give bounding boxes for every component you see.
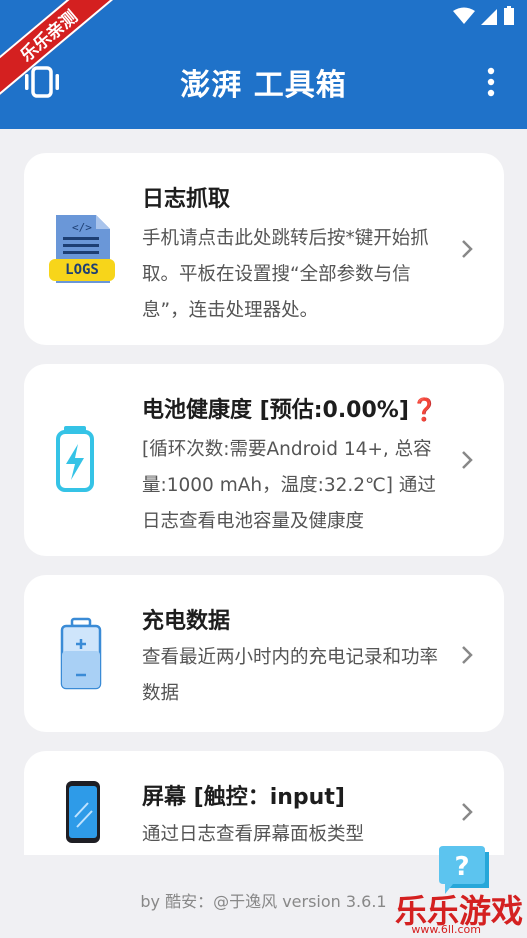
app-bar: 澎湃 工具箱	[0, 36, 527, 129]
card-description: 查看最近两小时内的充电记录和功率数据	[142, 647, 439, 704]
help-label: ?	[454, 852, 469, 882]
chevron-right-icon	[462, 451, 473, 469]
card-log-capture[interactable]: </> LOGS 日志抓取 手机请点击此处跳转后按*键开始抓取。平板在设置搜“全…	[24, 153, 504, 345]
card-battery-health[interactable]: 电池健康度 [预估:0.00%]❓ [循环次数:需要Android 14+, 总…	[24, 364, 504, 556]
card-description: 手机请点击此处跳转后按*键开始抓取。平板在设置搜“全部参数与信息”，连击处理器处…	[142, 228, 429, 321]
wifi-icon	[453, 7, 475, 24]
svg-text:</>: </>	[72, 221, 92, 234]
battery-charging-icon	[56, 426, 94, 492]
card-title: 日志抓取	[142, 187, 231, 212]
card-title: 屏幕 [触控：input]	[142, 785, 345, 810]
battery-icon	[60, 617, 102, 690]
phone-screen-icon	[66, 781, 100, 843]
card-screen[interactable]: 屏幕 [触控：input] 通过日志查看屏幕面板类型	[24, 751, 504, 855]
app-title: 澎湃 工具箱	[180, 68, 347, 103]
question-icon: ❓	[410, 398, 439, 423]
watermark-url: www.6ll.com	[411, 923, 481, 936]
card-description: 通过日志查看屏幕面板类型	[142, 824, 365, 845]
card-title: 充电数据	[142, 609, 231, 634]
logs-label: LOGS	[65, 262, 99, 278]
chevron-right-icon	[462, 646, 473, 664]
cell-signal-icon	[481, 9, 497, 25]
chevron-right-icon	[462, 803, 473, 821]
card-charging-data[interactable]: 充电数据 查看最近两小时内的充电记录和功率数据	[24, 575, 504, 732]
card-description: [循环次数:需要Android 14+, 总容量:1000 mAh，温度:32.…	[142, 439, 436, 532]
more-options-icon[interactable]	[483, 64, 499, 100]
battery-status-icon	[504, 6, 514, 25]
logs-file-icon: </>	[49, 215, 115, 283]
card-title: 电池健康度 [预估:0.00%]❓	[142, 398, 439, 423]
card-list: </> LOGS 日志抓取 手机请点击此处跳转后按*键开始抓取。平板在设置搜“全…	[0, 129, 527, 855]
chevron-right-icon	[462, 240, 473, 258]
